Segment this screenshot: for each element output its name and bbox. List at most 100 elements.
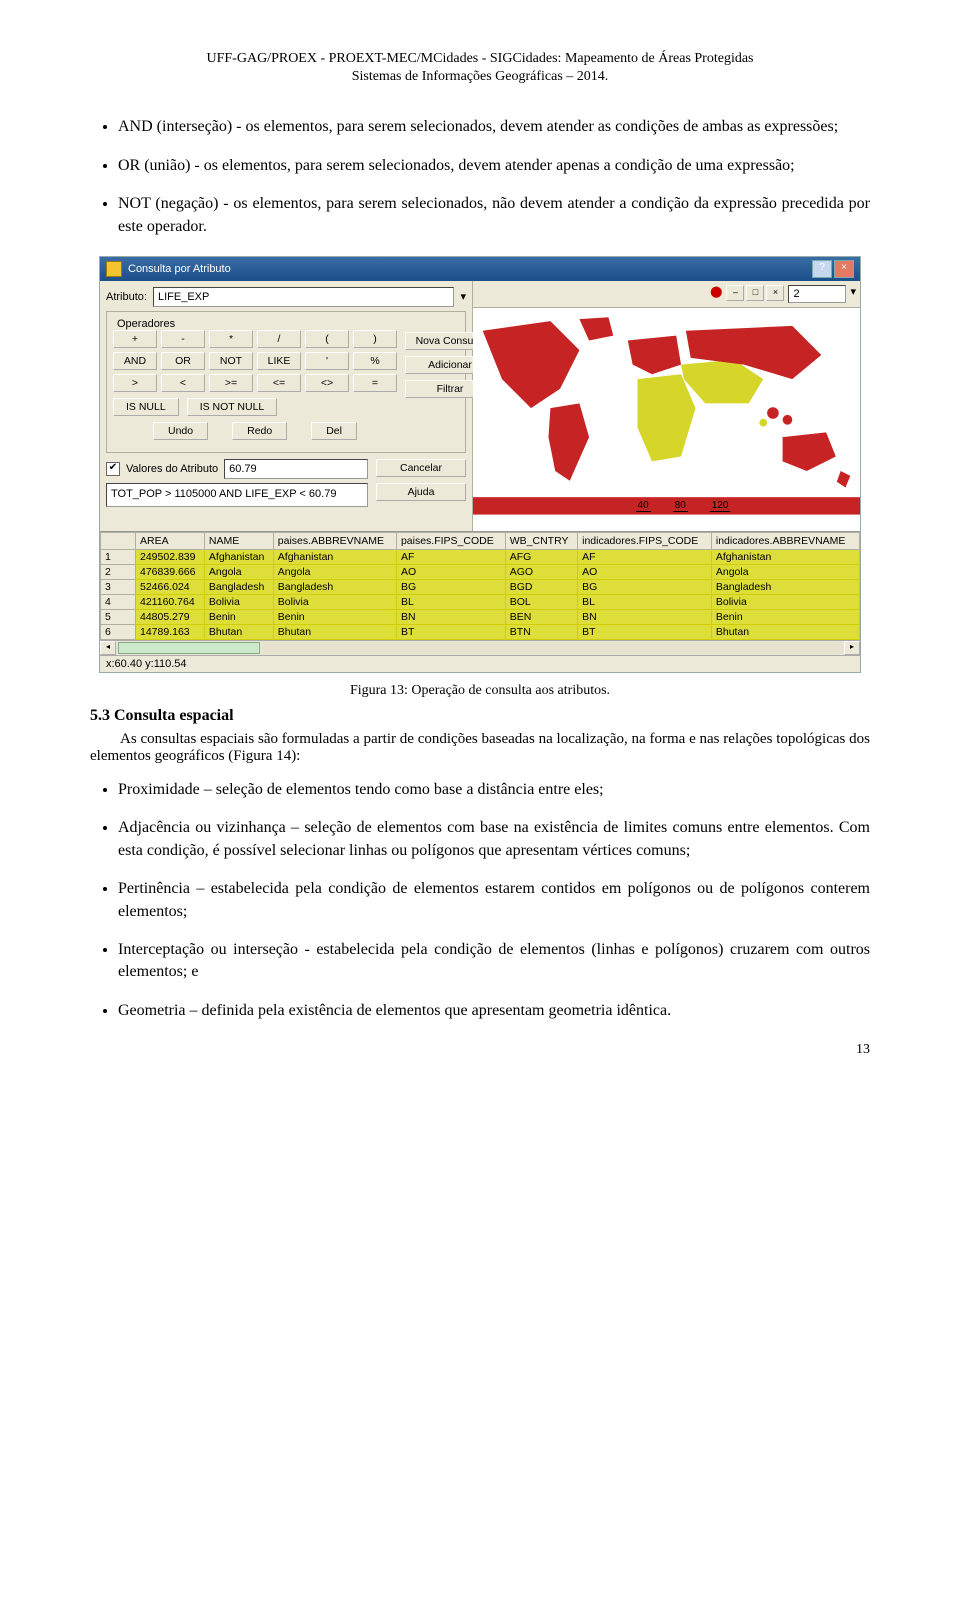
scale-bar: 40 80 120 xyxy=(636,500,731,512)
op-isnull[interactable]: IS NULL xyxy=(113,398,179,416)
zoom-select[interactable]: 2 xyxy=(788,285,846,303)
status-bar: x:60.40 y:110.54 xyxy=(100,655,860,672)
cancel-button[interactable]: Cancelar xyxy=(376,459,466,477)
cell: BL xyxy=(396,594,505,609)
cell: 1 xyxy=(101,549,136,564)
op-and[interactable]: AND xyxy=(113,352,157,370)
balloon-icon[interactable]: ⬤ xyxy=(710,285,722,303)
cell: Benin xyxy=(204,609,273,624)
col-abbrev[interactable]: paises.ABBREVNAME xyxy=(273,532,396,549)
maximize-icon[interactable]: □ xyxy=(746,285,764,301)
col-wbcntry[interactable]: WB_CNTRY xyxy=(505,532,577,549)
cell: Bhutan xyxy=(273,624,396,639)
values-checkbox[interactable]: ✔ xyxy=(106,462,120,476)
values-checkbox-label: Valores do Atributo xyxy=(126,463,218,475)
cell: Bolivia xyxy=(711,594,859,609)
table-horizontal-scrollbar[interactable]: ◂ ▸ xyxy=(100,640,860,655)
op-percent[interactable]: % xyxy=(353,352,397,370)
op-like[interactable]: LIKE xyxy=(257,352,301,370)
query-expression-box[interactable]: TOT_POP > 1105000 AND LIFE_EXP < 60.79 xyxy=(106,483,368,507)
op-neq[interactable]: <> xyxy=(305,374,349,392)
operator-grid: + - * / ( ) AND OR NOT LIKE ' xyxy=(113,330,397,392)
cell: BGD xyxy=(505,579,577,594)
chevron-down-icon[interactable]: ▾ xyxy=(460,290,466,303)
scroll-thumb[interactable] xyxy=(118,642,260,654)
attribute-select[interactable]: LIFE_EXP xyxy=(153,287,455,307)
table-row[interactable]: 1249502.839AfghanistanAfghanistanAFAFGAF… xyxy=(101,549,860,564)
cell: 4 xyxy=(101,594,136,609)
op-lt[interactable]: < xyxy=(161,374,205,392)
op-rparen[interactable]: ) xyxy=(353,330,397,348)
op-or[interactable]: OR xyxy=(161,352,205,370)
close-button[interactable]: × xyxy=(834,260,854,278)
undo-button[interactable]: Undo xyxy=(153,422,208,440)
op-isnotnull[interactable]: IS NOT NULL xyxy=(187,398,278,416)
cell: BTN xyxy=(505,624,577,639)
help-text-button[interactable]: Ajuda xyxy=(376,483,466,501)
cell: BG xyxy=(578,579,712,594)
cell: Angola xyxy=(711,564,859,579)
scale-80: 80 xyxy=(673,500,688,512)
cell: Afghanistan xyxy=(204,549,273,564)
cell: BG xyxy=(396,579,505,594)
op-gte[interactable]: >= xyxy=(209,374,253,392)
table-row[interactable]: 544805.279BeninBeninBNBENBNBenin xyxy=(101,609,860,624)
op-div[interactable]: / xyxy=(257,330,301,348)
table-row[interactable]: 614789.163BhutanBhutanBTBTNBTBhutan xyxy=(101,624,860,639)
cell: AO xyxy=(578,564,712,579)
attribute-value-input[interactable]: 60.79 xyxy=(224,459,368,479)
op-not[interactable]: NOT xyxy=(209,352,253,370)
col-fips[interactable]: paises.FIPS_CODE xyxy=(396,532,505,549)
del-button[interactable]: Del xyxy=(311,422,357,440)
scroll-right-icon[interactable]: ▸ xyxy=(844,641,860,655)
chevron-down-icon[interactable]: ▾ xyxy=(850,285,856,303)
cell: 476839.666 xyxy=(136,564,205,579)
bullet-not: NOT (negação) - os elementos, para serem… xyxy=(118,193,870,238)
bullet-geometria: Geometria – definida pela existência de … xyxy=(118,1000,870,1022)
section-intro-paragraph: As consultas espaciais são formuladas a … xyxy=(90,731,870,765)
op-quote[interactable]: ' xyxy=(305,352,349,370)
cell: Bhutan xyxy=(204,624,273,639)
cell: BEN xyxy=(505,609,577,624)
cell: 44805.279 xyxy=(136,609,205,624)
cell: AF xyxy=(396,549,505,564)
bullet-interceptacao: Interceptação ou interseção - estabeleci… xyxy=(118,939,870,984)
bullet-proximidade: Proximidade – seleção de elementos tendo… xyxy=(118,779,870,801)
cell: Bolivia xyxy=(273,594,396,609)
cell: Bhutan xyxy=(711,624,859,639)
op-lparen[interactable]: ( xyxy=(305,330,349,348)
operators-legend: Operadores xyxy=(113,318,179,330)
cell: AO xyxy=(396,564,505,579)
table-row[interactable]: 4421160.764BoliviaBoliviaBLBOLBLBolivia xyxy=(101,594,860,609)
map-canvas[interactable]: 40 80 120 xyxy=(473,308,860,518)
minimize-icon[interactable]: – xyxy=(726,285,744,301)
section-title: 5.3 Consulta espacial xyxy=(90,707,870,725)
col-ind-fips[interactable]: indicadores.FIPS_CODE xyxy=(578,532,712,549)
op-mult[interactable]: * xyxy=(209,330,253,348)
cell: BN xyxy=(396,609,505,624)
col-rownum[interactable] xyxy=(101,532,136,549)
table-row[interactable]: 352466.024BangladeshBangladeshBGBGDBGBan… xyxy=(101,579,860,594)
op-gt[interactable]: > xyxy=(113,374,157,392)
col-name[interactable]: NAME xyxy=(204,532,273,549)
help-button[interactable]: ? xyxy=(812,260,832,278)
op-lte[interactable]: <= xyxy=(257,374,301,392)
redo-button[interactable]: Redo xyxy=(232,422,287,440)
table-row[interactable]: 2476839.666AngolaAngolaAOAGOAOAngola xyxy=(101,564,860,579)
gis-screenshot: Consulta por Atributo ? × Atributo: LIFE… xyxy=(99,256,861,673)
dialog-title: Consulta por Atributo xyxy=(128,263,231,275)
cell: AGO xyxy=(505,564,577,579)
dialog-titlebar[interactable]: Consulta por Atributo ? × xyxy=(100,257,860,281)
scroll-left-icon[interactable]: ◂ xyxy=(100,641,116,655)
col-area[interactable]: AREA xyxy=(136,532,205,549)
op-minus[interactable]: - xyxy=(161,330,205,348)
col-ind-abbrev[interactable]: indicadores.ABBREVNAME xyxy=(711,532,859,549)
bullet-and: AND (interseção) - os elementos, para se… xyxy=(118,116,870,138)
bottom-bullet-list: Proximidade – seleção de elementos tendo… xyxy=(90,779,870,1022)
op-plus[interactable]: + xyxy=(113,330,157,348)
page-number: 13 xyxy=(90,1042,870,1058)
cell: Angola xyxy=(204,564,273,579)
op-eq[interactable]: = xyxy=(353,374,397,392)
close-icon[interactable]: × xyxy=(766,285,784,301)
cell: Afghanistan xyxy=(273,549,396,564)
